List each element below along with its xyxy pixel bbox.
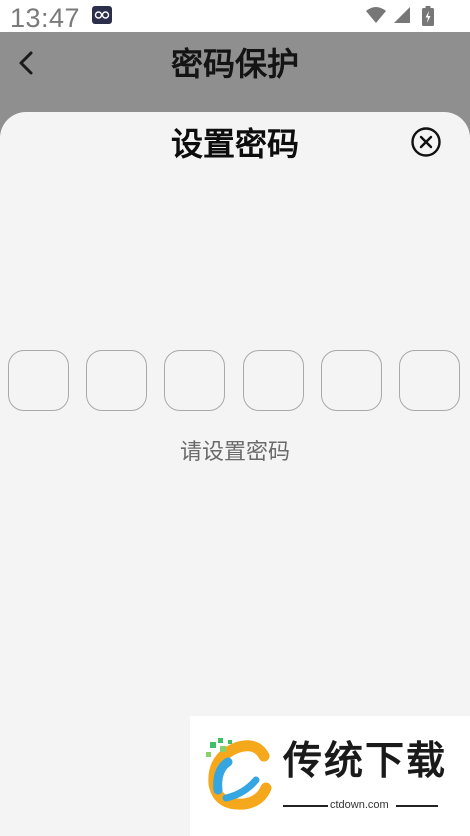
battery-charging-icon <box>422 6 434 26</box>
page-title: 密码保护 <box>170 45 299 83</box>
pin-input-row[interactable] <box>8 350 470 414</box>
pin-hint: 请设置密码 <box>179 440 290 465</box>
sheet-title: 设置密码 <box>170 125 299 163</box>
watermark-rule-right <box>396 805 438 807</box>
pin-digit-box[interactable] <box>86 350 147 411</box>
pin-digit-box[interactable] <box>243 350 304 411</box>
close-icon[interactable] <box>410 126 442 158</box>
pin-digit-box[interactable] <box>321 350 382 411</box>
status-time: 13:47 <box>10 3 81 33</box>
wifi-icon <box>365 7 386 23</box>
pin-digit-box[interactable] <box>8 350 69 411</box>
status-bar: 13:47 <box>0 0 470 33</box>
pin-digit-box[interactable] <box>399 350 460 411</box>
watermark-rule-left <box>283 805 328 807</box>
header: 密码保护 <box>0 32 470 112</box>
pin-digit-box[interactable] <box>164 350 225 411</box>
signal-icon <box>393 7 410 23</box>
status-icons <box>365 6 434 26</box>
watermark-domain: ctdown.com <box>330 799 389 811</box>
watermark: 传统下载 ctdown.com <box>190 716 470 836</box>
app-notification-icon <box>92 6 112 24</box>
watermark-title: 传统下载 <box>283 739 448 784</box>
watermark-logo <box>206 738 272 810</box>
